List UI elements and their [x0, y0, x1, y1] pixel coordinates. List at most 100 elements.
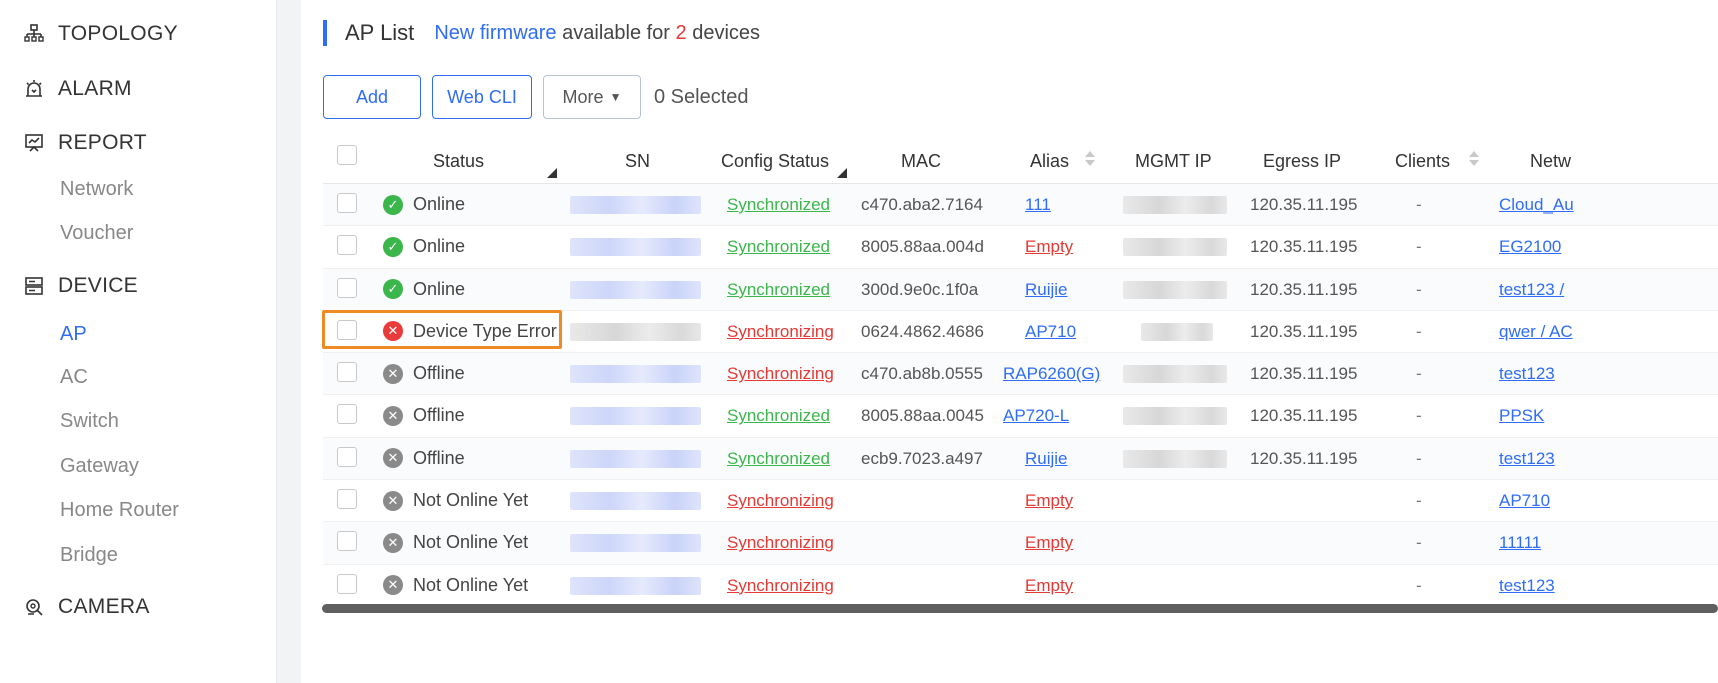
- col-clients[interactable]: Clients: [1395, 151, 1450, 172]
- x-circle-icon: ✕: [383, 532, 403, 553]
- sort-desc-icon[interactable]: [1085, 160, 1095, 166]
- col-network[interactable]: Netw: [1530, 151, 1571, 172]
- status-label: Offline: [413, 405, 465, 426]
- alias-link[interactable]: Empty: [1025, 576, 1073, 596]
- sidebar-item-topology[interactable]: TOPOLOGY: [24, 22, 178, 46]
- sn-redacted: [570, 196, 701, 214]
- layout-gutter: [277, 0, 301, 683]
- network-link[interactable]: test123: [1499, 449, 1555, 469]
- table-row[interactable]: ✕ Not Online Yet Synchronizing Empty - AP710: [323, 480, 1718, 523]
- config-status-link[interactable]: Synchronized: [727, 406, 830, 426]
- row-checkbox[interactable]: [337, 531, 357, 552]
- table-row[interactable]: ✓ Online Synchronized c470.aba2.7164 111 120.…: [323, 184, 1718, 227]
- sort-desc-icon[interactable]: [1469, 160, 1479, 166]
- alias-link[interactable]: Ruijie: [1025, 280, 1068, 300]
- config-status-link[interactable]: Synchronized: [727, 237, 830, 257]
- table-row[interactable]: ✓ Online Synchronized 300d.9e0c.1f0a Ruijie 1…: [323, 268, 1718, 311]
- network-link[interactable]: AP710: [1499, 491, 1550, 511]
- config-status-link[interactable]: Synchronized: [727, 280, 830, 300]
- more-button[interactable]: More ▼: [543, 75, 641, 119]
- sort-asc-icon[interactable]: [1085, 151, 1095, 157]
- new-firmware-link[interactable]: New firmware: [434, 22, 556, 44]
- col-alias[interactable]: Alias: [1030, 151, 1069, 172]
- row-checkbox[interactable]: [337, 446, 357, 467]
- config-status-link[interactable]: Synchronizing: [727, 533, 834, 553]
- sidebar-sub-voucher[interactable]: Voucher: [60, 222, 133, 245]
- table-row[interactable]: ✕ Offline Synchronized ecb9.7023.a497 Ruijie…: [323, 437, 1718, 481]
- col-mgmt-ip[interactable]: MGMT IP: [1135, 151, 1212, 172]
- sidebar: TOPOLOGY ALARM REPORT Network Voucher DE…: [0, 0, 277, 683]
- row-checkbox[interactable]: [337, 235, 357, 256]
- sidebar-item-alarm[interactable]: ALARM: [24, 77, 132, 101]
- sidebar-sub-ap[interactable]: AP: [60, 323, 87, 346]
- alias-link[interactable]: Empty: [1025, 237, 1073, 257]
- filter-corner-icon[interactable]: [837, 168, 847, 178]
- x-circle-icon: ✕: [383, 363, 403, 384]
- row-checkbox[interactable]: [337, 404, 357, 425]
- topology-icon: [24, 24, 44, 42]
- config-status-link[interactable]: Synchronizing: [727, 322, 834, 342]
- status-cell: ✕ Not Online Yet: [383, 575, 528, 596]
- col-status[interactable]: Status: [433, 151, 484, 172]
- row-checkbox[interactable]: [337, 573, 357, 594]
- row-checkbox[interactable]: [337, 489, 357, 510]
- table-row[interactable]: ✕ Offline Synchronizing c470.ab8b.0555 RAP62…: [323, 353, 1718, 396]
- filter-corner-icon[interactable]: [547, 168, 557, 178]
- table-row[interactable]: ✓ Online Synchronized 8005.88aa.004d Empty 12…: [323, 226, 1718, 269]
- config-status-link[interactable]: Synchronized: [727, 449, 830, 469]
- sidebar-sub-bridge[interactable]: Bridge: [60, 544, 118, 567]
- network-link[interactable]: Cloud_Au: [1499, 195, 1574, 215]
- web-cli-button[interactable]: Web CLI: [432, 75, 532, 119]
- sn-redacted: [570, 407, 701, 426]
- select-all-checkbox[interactable]: [337, 145, 357, 165]
- row-checkbox[interactable]: [337, 277, 357, 298]
- sidebar-item-report[interactable]: REPORT: [24, 131, 147, 155]
- caret-down-icon: ▼: [609, 90, 622, 104]
- sidebar-item-label: REPORT: [58, 131, 147, 154]
- status-cell: ✕ Offline: [383, 363, 465, 384]
- sidebar-item-camera[interactable]: CAMERA: [24, 595, 150, 619]
- table-row[interactable]: ✕ Not Online Yet Synchronizing Empty - test12…: [323, 565, 1718, 607]
- network-link[interactable]: PPSK: [1499, 406, 1544, 426]
- egress-ip-value: 120.35.11.195: [1250, 364, 1358, 384]
- network-link[interactable]: 11111: [1499, 533, 1541, 553]
- config-status-link[interactable]: Synchronized: [727, 195, 830, 215]
- col-sn[interactable]: SN: [625, 151, 650, 172]
- camera-icon: [26, 599, 43, 616]
- alias-link[interactable]: Empty: [1025, 533, 1073, 553]
- alias-link[interactable]: AP710: [1025, 322, 1076, 342]
- clients-value: -: [1416, 533, 1422, 553]
- network-link[interactable]: test123: [1499, 364, 1555, 384]
- config-status-link[interactable]: Synchronizing: [727, 491, 834, 511]
- selected-count: 0 Selected: [654, 85, 749, 108]
- sidebar-sub-gateway[interactable]: Gateway: [60, 455, 139, 478]
- alias-link[interactable]: Empty: [1025, 491, 1073, 511]
- row-checkbox[interactable]: [337, 193, 357, 213]
- network-link[interactable]: EG2100: [1499, 237, 1561, 257]
- network-link[interactable]: test123: [1499, 576, 1555, 596]
- network-link[interactable]: test123 /: [1499, 280, 1564, 300]
- alias-link[interactable]: Ruijie: [1025, 449, 1068, 469]
- network-link[interactable]: qwer / AC: [1499, 322, 1573, 342]
- status-cell: ✓ Online: [383, 236, 465, 257]
- col-config-status[interactable]: Config Status: [721, 151, 829, 172]
- col-mac[interactable]: MAC: [901, 151, 941, 172]
- sort-asc-icon[interactable]: [1469, 151, 1479, 157]
- table-row[interactable]: ✕ Offline Synchronized 8005.88aa.0045 AP720-…: [323, 395, 1718, 438]
- sidebar-sub-ac[interactable]: AC: [60, 366, 88, 389]
- sidebar-sub-switch[interactable]: Switch: [60, 410, 119, 433]
- sidebar-sub-network[interactable]: Network: [60, 178, 133, 201]
- add-button[interactable]: Add: [323, 75, 421, 119]
- mac-value: c470.aba2.7164: [861, 195, 983, 214]
- row-checkbox[interactable]: [337, 362, 357, 383]
- alias-link[interactable]: RAP6260(G): [1003, 364, 1100, 384]
- table-row[interactable]: ✕ Not Online Yet Synchronizing Empty - 11111: [323, 522, 1718, 565]
- config-status-link[interactable]: Synchronizing: [727, 576, 834, 596]
- horizontal-scrollbar[interactable]: [322, 604, 1718, 613]
- config-status-link[interactable]: Synchronizing: [727, 364, 834, 384]
- alias-link[interactable]: 111: [1025, 195, 1051, 215]
- alias-link[interactable]: AP720-L: [1003, 406, 1069, 426]
- sidebar-item-device[interactable]: DEVICE: [24, 274, 138, 298]
- col-egress-ip[interactable]: Egress IP: [1263, 151, 1341, 172]
- sidebar-sub-home-router[interactable]: Home Router: [60, 499, 179, 522]
